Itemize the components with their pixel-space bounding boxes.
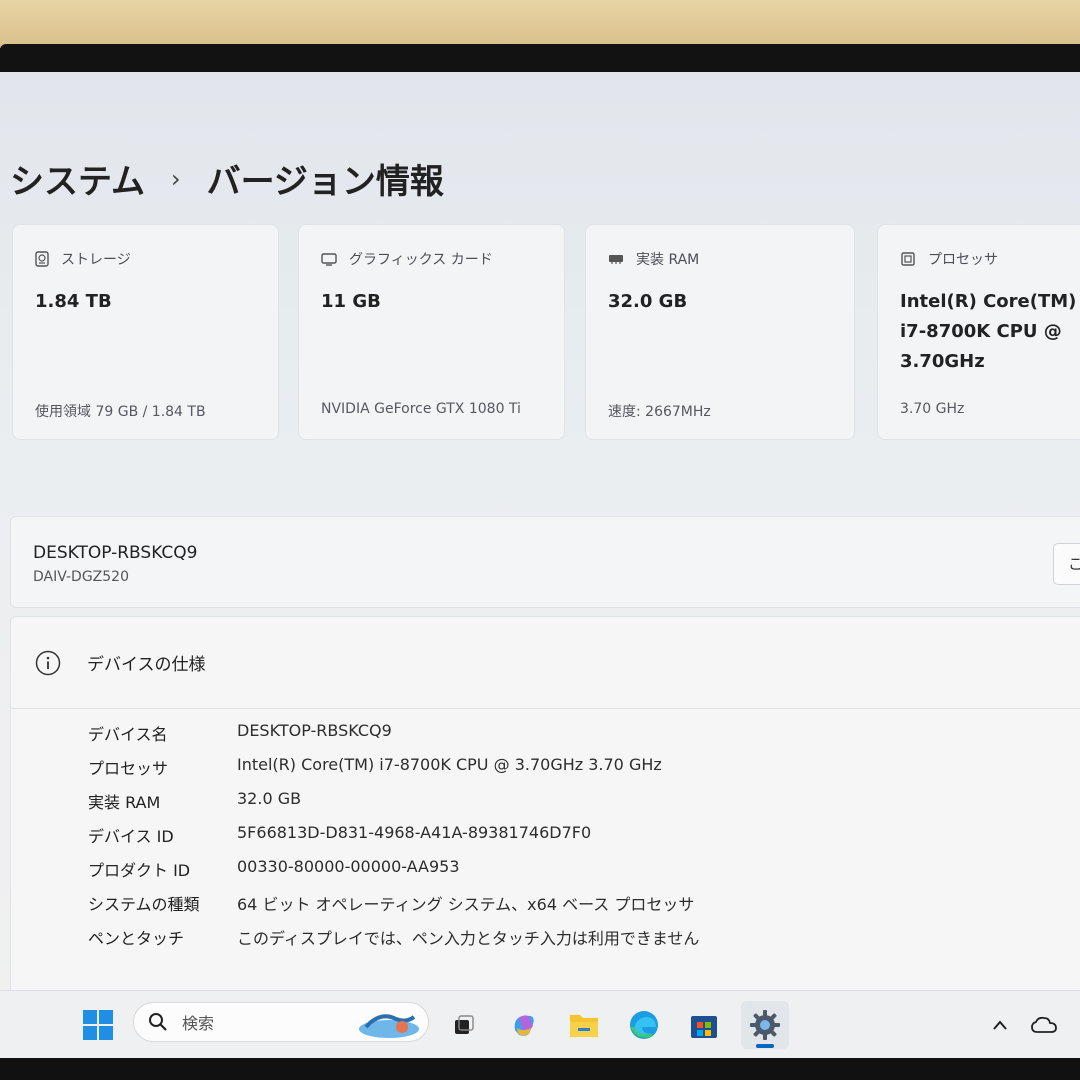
search-highlight-icon (359, 1014, 419, 1038)
ram-card-header: 実装 RAM (608, 249, 699, 269)
device-specifications-title: デバイスの仕様 (87, 655, 206, 675)
storage-card-header: ストレージ (35, 249, 131, 269)
spec-value: DESKTOP-RBSKCQ9 (237, 721, 392, 740)
device-name: DESKTOP-RBSKCQ9 (33, 543, 198, 563)
spec-key: 実装 RAM (88, 793, 161, 812)
processor-icon (901, 252, 915, 266)
spec-key: デバイス名 (88, 725, 168, 744)
memory-icon (609, 255, 623, 264)
spec-value: このディスプレイでは、ペン入力とタッチ入力は利用できません (237, 929, 700, 948)
monitor-bezel-top (0, 44, 1080, 74)
ram-speed: 速度: 2667MHz (608, 404, 711, 420)
spec-key: プロダクト ID (88, 861, 191, 880)
spec-key: デバイス ID (88, 827, 174, 846)
device-specifications-panel: デバイスの仕様 デバイス名 DESKTOP-RBSKCQ9 プロセッサ Inte… (10, 616, 1080, 1016)
processor-card[interactable]: プロセッサ Intel(R) Core(TM) i7-8700K CPU @ 3… (877, 224, 1080, 440)
spec-key: システムの種類 (88, 895, 200, 914)
breadcrumb-system[interactable]: システム (10, 154, 145, 203)
task-view-button[interactable] (444, 991, 484, 1059)
taskbar: 検索 (0, 990, 1080, 1058)
spec-key: ペンとタッチ (88, 929, 185, 948)
device-model: DAIV-DGZ520 (33, 569, 129, 585)
ram-card[interactable]: 実装 RAM 32.0 GB 速度: 2667MHz (585, 224, 855, 440)
processor-speed: 3.70 GHz (900, 401, 965, 417)
storage-icon (35, 251, 49, 267)
cloud-icon (1031, 1016, 1057, 1033)
graphics-model: NVIDIA GeForce GTX 1080 Ti (321, 401, 521, 417)
breadcrumb-separator: › (170, 164, 181, 193)
spec-row-pen-touch: ペンとタッチ このディスプレイでは、ペン入力とタッチ入力は利用できません (11, 925, 1080, 955)
file-explorer-button[interactable] (564, 991, 604, 1059)
graphics-card-header: グラフィックス カード (321, 249, 493, 269)
spec-value: 64 ビット オペレーティング システム、x64 ベース プロセッサ (237, 895, 695, 914)
processor-value: Intel(R) Core(TM) i7-8700K CPU @ 3.70GHz (900, 291, 1077, 372)
active-app-indicator (756, 1044, 774, 1048)
ram-label: 実装 RAM (636, 252, 700, 268)
graphics-value: 11 GB (321, 291, 381, 312)
storage-label: ストレージ (61, 252, 131, 268)
onedrive-button[interactable] (1028, 991, 1060, 1059)
info-icon (35, 650, 61, 675)
display-icon (321, 253, 337, 266)
file-explorer-icon (570, 1015, 598, 1037)
start-icon (83, 1010, 113, 1040)
spec-row-ram: 実装 RAM 32.0 GB (11, 789, 1080, 819)
search-icon (149, 1013, 167, 1031)
search-placeholder: 検索 (182, 1014, 215, 1033)
spec-value: 00330-80000-00000-AA953 (237, 857, 460, 876)
graphics-card[interactable]: グラフィックス カード 11 GB NVIDIA GeForce GTX 108… (298, 224, 565, 440)
desk-background (0, 0, 1080, 48)
chevron-up-icon (993, 1020, 1007, 1030)
spec-row-processor: プロセッサ Intel(R) Core(TM) i7-8700K CPU @ 3… (11, 755, 1080, 785)
spec-row-device-id: デバイス ID 5F66813D-D831-4968-A41A-89381746… (11, 823, 1080, 853)
monitor-bezel-bottom (0, 1058, 1080, 1080)
copilot-button[interactable] (504, 991, 544, 1059)
storage-usage: 使用領域 79 GB / 1.84 TB (35, 404, 206, 420)
spec-row-product-id: プロダクト ID 00330-80000-00000-AA953 (11, 857, 1080, 887)
spec-row-device-name: デバイス名 DESKTOP-RBSKCQ9 (11, 721, 1080, 751)
page-title: バージョン情報 (206, 162, 444, 202)
page-breadcrumb: システム › バージョン情報 (10, 154, 444, 203)
device-specifications-header[interactable]: デバイスの仕様 (11, 617, 1080, 709)
ram-value: 32.0 GB (608, 291, 688, 312)
start-button[interactable] (78, 991, 118, 1059)
spec-value: 32.0 GB (237, 789, 302, 808)
spec-row-system-type: システムの種類 64 ビット オペレーティング システム、x64 ベース プロセ… (11, 891, 1080, 921)
edge-button[interactable] (624, 991, 664, 1059)
spec-value: Intel(R) Core(TM) i7-8700K CPU @ 3.70GHz… (237, 755, 662, 774)
processor-label: プロセッサ (928, 252, 998, 268)
spec-key: プロセッサ (88, 759, 169, 778)
settings-window: システム › バージョン情報 ストレージ 1.84 TB 使用領域 79 GB … (0, 72, 1080, 1058)
store-button[interactable] (684, 991, 724, 1059)
rename-pc-button[interactable]: こ (1053, 543, 1080, 585)
graphics-label: グラフィックス カード (349, 252, 493, 268)
processor-card-header: プロセッサ (900, 249, 998, 269)
settings-icon (750, 1010, 780, 1040)
settings-button[interactable] (744, 991, 786, 1059)
show-hidden-icons-button[interactable] (986, 991, 1014, 1059)
storage-value: 1.84 TB (35, 291, 112, 312)
store-icon (691, 1016, 717, 1038)
copilot-icon (514, 1015, 534, 1036)
edge-icon (630, 1011, 658, 1039)
device-name-panel: DESKTOP-RBSKCQ9 DAIV-DGZ520 こ (10, 516, 1080, 608)
storage-card[interactable]: ストレージ 1.84 TB 使用領域 79 GB / 1.84 TB (12, 224, 279, 440)
spec-value: 5F66813D-D831-4968-A41A-89381746D7F0 (237, 823, 592, 842)
taskbar-search[interactable]: 検索 (133, 1002, 429, 1042)
task-view-icon (455, 1015, 474, 1034)
